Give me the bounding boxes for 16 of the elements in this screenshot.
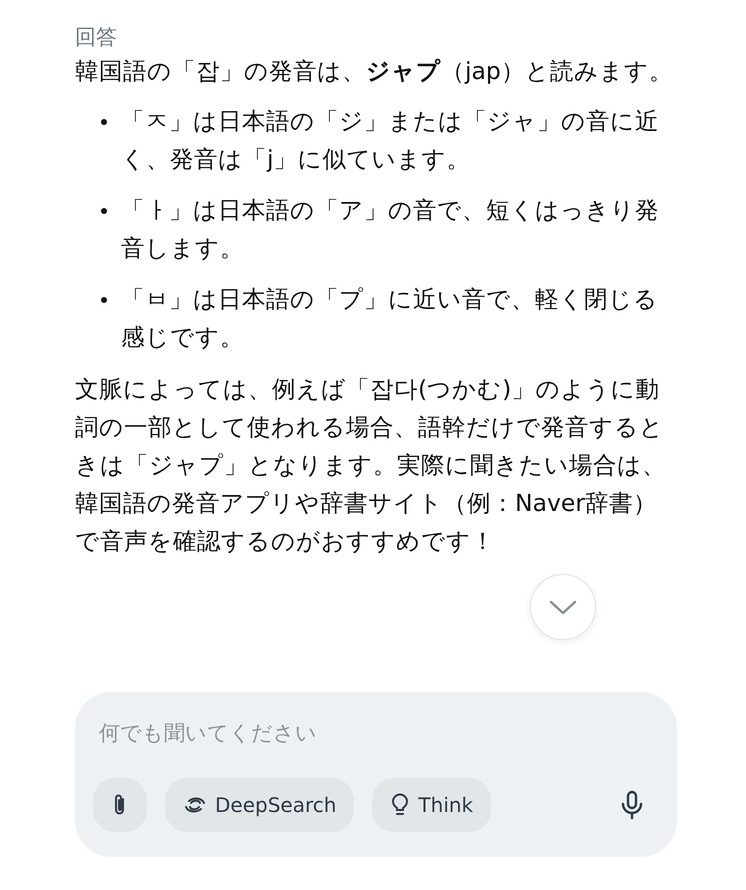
chevron-down-icon (548, 599, 578, 615)
lightbulb-icon (390, 793, 410, 817)
deepsearch-button[interactable]: DeepSearch (165, 778, 354, 832)
list-item-text: 「ㅈ」は日本語の「ジ」または「ジャ」の音に近く、発音は「j」に似ています。 (121, 106, 660, 175)
bullet-dot (101, 208, 107, 214)
answer-text: 韓国語の「잡」の発音は、ジャプ（jap）と読みます。 (75, 56, 674, 87)
microphone-icon (620, 790, 644, 820)
list-item-text: 「ㅂ」は日本語の「プ」に近い音で、軽く閉じる感じです。 (121, 284, 659, 353)
answer-text: 文脈によっては、例えば「잡다(つかむ)」のように動詞の一部として使われる場合、語幹だけで発音するときは「ジャプ」となります。実際に聞きたい場合は、韓国語の発音アプリや辞書サイト（例：Naver辞書）で音声を確認するのがおすすめです！ (75, 374, 667, 557)
bullet-dot (101, 297, 107, 303)
message-input[interactable]: 何でも聞いてください (93, 716, 639, 750)
list-item-text: 「ㅏ」は日本語の「ア」の音で、短くはっきり発音します。 (121, 195, 660, 264)
answer-label: 回答 (75, 24, 117, 51)
think-button[interactable]: Think (372, 778, 492, 832)
attach-button[interactable] (93, 778, 147, 832)
bullet-dot (101, 119, 107, 125)
